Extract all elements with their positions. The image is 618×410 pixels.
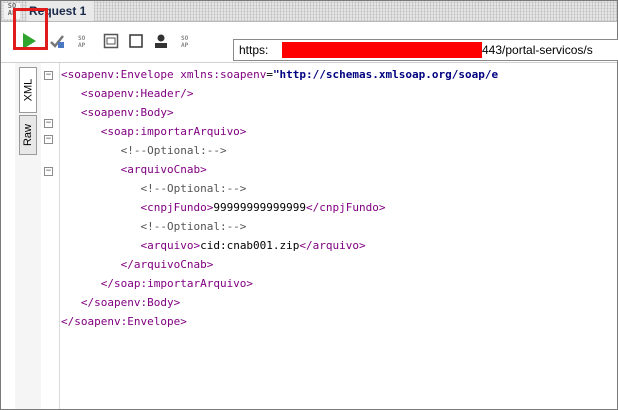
- xml-code[interactable]: <soapenv:Envelope xmlns:soapenv="http://…: [61, 67, 617, 409]
- code-token: <soapenv:Envelope: [61, 68, 181, 81]
- code-line: <soapenv:Header/>: [61, 86, 194, 102]
- validate-button[interactable]: [48, 32, 66, 50]
- tab-xml[interactable]: XML: [19, 67, 37, 113]
- code-line: <!--Optional:-->: [61, 181, 246, 197]
- code-line: <cnpjFundo>99999999999999</cnpjFundo>: [61, 200, 386, 216]
- fold-toggle-envelope[interactable]: −: [44, 71, 53, 80]
- cancel-button[interactable]: [127, 32, 145, 50]
- code-line: </soapenv:Envelope>: [61, 314, 187, 330]
- code-token: =: [266, 68, 273, 81]
- code-line: <soap:importarArquivo>: [61, 124, 247, 140]
- wsdl-button[interactable]: SO AP: [179, 32, 197, 50]
- validate-icon: [50, 35, 64, 48]
- tab-xml-label: XML: [22, 78, 34, 102]
- soap-icon: SO AP: [78, 35, 86, 49]
- code-token: <soapenv:Body>: [61, 106, 174, 119]
- code-line: <soapenv:Envelope xmlns:soapenv="http://…: [61, 67, 498, 83]
- fold-gutter: − − − −: [41, 63, 60, 409]
- svg-text:AP: AP: [78, 42, 86, 49]
- code-token: <soapenv:Header/>: [61, 87, 194, 100]
- code-token: "http://schemas.xmlsoap.org/soap/e: [272, 68, 499, 81]
- code-line: <soapenv:Body>: [61, 105, 174, 121]
- fold-toggle-importar[interactable]: −: [44, 135, 53, 144]
- code-line: <!--Optional:-->: [61, 143, 227, 159]
- redacted-host: [282, 42, 482, 58]
- code-token: <!--Optional:-->: [61, 144, 227, 157]
- code-line: <arquivo>cid:cnab001.zip</arquivo>: [61, 238, 366, 254]
- code-token: </soapenv:Envelope>: [61, 315, 187, 328]
- url-scheme: https:: [239, 43, 269, 57]
- xml-editor[interactable]: − − − − <soapenv:Envelope xmlns:soapenv=…: [41, 63, 617, 409]
- svg-text:SO: SO: [181, 35, 189, 42]
- code-token: <!--Optional:-->: [61, 220, 247, 233]
- code-token: </arquivoCnab>: [61, 258, 214, 271]
- code-token: cid:cnab001.zip: [200, 239, 300, 252]
- code-token: 99999999999999: [213, 201, 307, 214]
- editor-view-tabs: XML Raw: [15, 63, 42, 409]
- auth-button[interactable]: [152, 32, 170, 50]
- code-line: </arquivoCnab>: [61, 257, 214, 273]
- soapui-request-window: SO AP Request 1 SO AP SO AP https: 443/p…: [0, 0, 618, 410]
- code-line: </soapenv:Body>: [61, 295, 180, 311]
- tab-raw-label: Raw: [22, 123, 35, 147]
- title-bar: SO AP Request 1: [1, 1, 617, 22]
- code-token: xmlns:soapenv: [180, 68, 267, 81]
- code-token: </soap:importarArquivo>: [61, 277, 254, 290]
- code-token: <cnpjFundo>: [61, 201, 214, 214]
- code-line: <arquivoCnab>: [61, 162, 207, 178]
- window-icon: [103, 33, 119, 49]
- fold-toggle-body[interactable]: −: [44, 119, 53, 128]
- code-token: </cnpjFundo>: [306, 201, 386, 214]
- user-icon: [155, 34, 167, 48]
- url-path: 443/portal-servicos/s: [482, 43, 593, 57]
- code-token: <!--Optional:-->: [61, 182, 247, 195]
- open-window-button[interactable]: [102, 32, 120, 50]
- code-line: </soap:importarArquivo>: [61, 276, 253, 292]
- code-token: <arquivo>: [61, 239, 201, 252]
- fold-toggle-arquivocnab[interactable]: −: [44, 167, 53, 176]
- endpoint-url-input[interactable]: https: 443/portal-servicos/s: [233, 39, 618, 61]
- run-button-highlight: [13, 8, 48, 50]
- tab-raw[interactable]: Raw: [19, 115, 37, 155]
- request-toolbar: SO AP SO AP https: 443/portal-servicos/s: [1, 22, 618, 63]
- square-icon: [129, 34, 143, 48]
- code-token: <soap:importarArquivo>: [61, 125, 247, 138]
- soap-icon-2: SO AP: [181, 35, 189, 49]
- code-line: <!--Optional:-->: [61, 219, 246, 235]
- svg-text:AP: AP: [181, 42, 189, 49]
- code-token: </arquivo>: [299, 239, 366, 252]
- create-soap-button[interactable]: SO AP: [76, 32, 94, 50]
- svg-text:SO: SO: [78, 35, 86, 42]
- code-token: </soapenv:Body>: [61, 296, 181, 309]
- code-token: <arquivoCnab>: [61, 163, 207, 176]
